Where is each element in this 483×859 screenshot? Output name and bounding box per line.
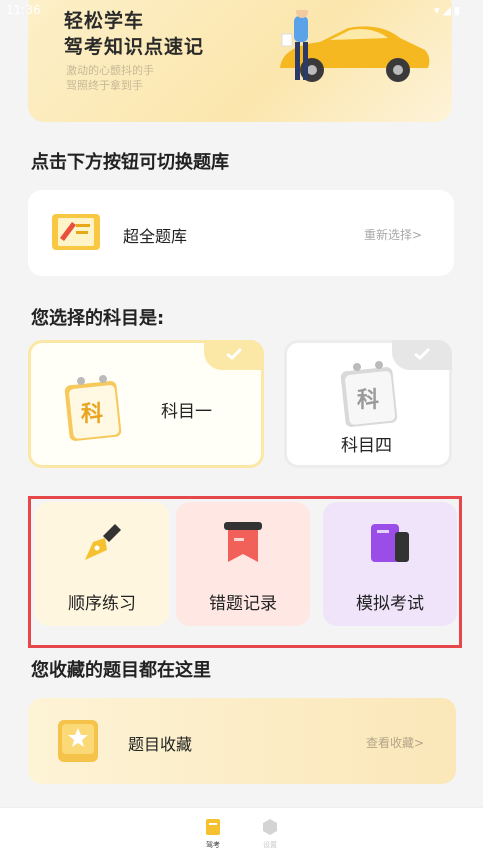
car-illustration [280, 10, 430, 82]
feature-grid: 顺序练习 错题记录 模拟考试 [28, 496, 462, 648]
subject-label-1: 科目一 [161, 402, 212, 422]
check-icon [414, 347, 431, 361]
feature-label: 模拟考试 [356, 594, 424, 614]
question-bank-heading: 点击下方按钮可切换题库 [31, 152, 229, 173]
calendar-icon: 科 [64, 375, 122, 441]
question-bank-card[interactable]: 超全题库 重新选择> [28, 190, 454, 276]
feature-label: 顺序练习 [68, 594, 136, 614]
subject-card-4[interactable]: 科 科目四 [284, 340, 452, 468]
nav-label: 设置 [263, 841, 277, 849]
status-bar: 11:36 ▾◢▮ [0, 0, 483, 22]
exam-book-icon [371, 524, 409, 562]
calendar-icon: 科 [340, 361, 398, 427]
banner-tagline-1: 激动的心颤抖的手 [66, 64, 154, 77]
favorites-heading: 您收藏的题目都在这里 [31, 660, 211, 681]
calendar-glyph: 科 [357, 388, 379, 413]
selected-check-badge [204, 340, 264, 370]
star-book-icon [58, 720, 98, 762]
subject-card-1[interactable]: 科 科目一 [28, 340, 264, 468]
view-favorites-link[interactable]: 查看收藏> [366, 734, 424, 751]
notebook-icon [52, 214, 100, 250]
calendar-glyph: 科 [81, 402, 103, 427]
subject-heading: 您选择的科目是: [31, 308, 165, 329]
subject-label-4: 科目四 [341, 436, 392, 456]
nav-item-driving-test[interactable]: 驾考 [193, 818, 233, 850]
favorites-label: 题目收藏 [128, 735, 193, 754]
reselect-link[interactable]: 重新选择> [364, 226, 422, 243]
unselected-check-badge [392, 340, 452, 370]
check-icon [226, 347, 243, 361]
banner-subtitle: 驾考知识点速记 [64, 36, 205, 58]
nav-item-settings[interactable]: 设置 [250, 818, 290, 850]
settings-icon [263, 819, 277, 835]
status-time: 11:36 [6, 3, 41, 17]
sequential-practice-button[interactable]: 顺序练习 [35, 502, 169, 626]
pen-nib-icon [85, 524, 121, 560]
question-bank-name: 超全题库 [123, 227, 188, 246]
nav-label: 驾考 [206, 841, 220, 849]
status-icons: ▾◢▮ [433, 4, 463, 17]
mock-exam-button[interactable]: 模拟考试 [323, 502, 457, 626]
book-icon [206, 819, 220, 835]
feature-label: 错题记录 [209, 594, 277, 614]
wrong-answers-button[interactable]: 错题记录 [176, 502, 310, 626]
banner-tagline-2: 驾照终于拿到手 [66, 79, 143, 92]
bottom-nav: 驾考 设置 [0, 807, 483, 859]
favorites-card[interactable]: 题目收藏 查看收藏> [28, 698, 456, 784]
bookmark-icon [224, 522, 262, 562]
